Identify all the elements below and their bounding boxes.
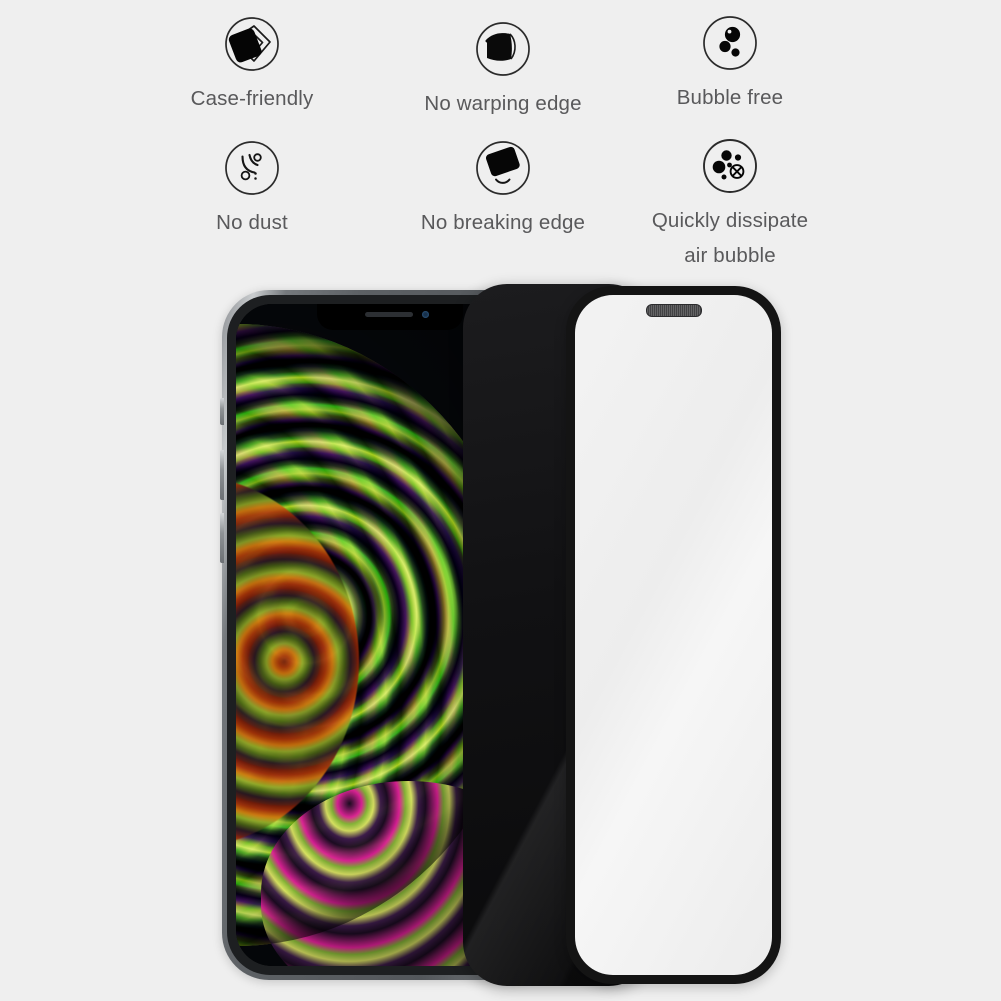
feature-label: No breaking edge	[420, 211, 586, 234]
feature-no-breaking-edge: No breaking edge	[388, 140, 618, 240]
screen-protector	[566, 286, 781, 984]
bubbles-crossed-out-icon	[703, 139, 757, 193]
feature-case-friendly: Case-friendly	[137, 16, 367, 116]
feature-bubble-free: Bubble free	[615, 15, 845, 115]
phone-edge-smile-icon	[476, 141, 530, 195]
product-stage	[0, 278, 1001, 1001]
phone-with-case-outline-icon	[225, 17, 279, 71]
feature-no-warping-edge: No warping edge	[388, 21, 618, 121]
silent-switch-button	[220, 398, 224, 425]
volume-down-button	[220, 513, 224, 563]
earpiece-cutout-icon	[645, 304, 702, 317]
feature-label: No dust	[216, 211, 288, 234]
protector-clear-window	[575, 295, 772, 975]
feature-grid: Case-friendly No warping edge Bubble fre…	[0, 0, 1001, 285]
front-camera-icon	[422, 311, 429, 318]
feature-label: Bubble free	[676, 86, 784, 109]
volume-up-button	[220, 450, 224, 500]
feature-label: No warping edge	[424, 92, 582, 115]
feature-label: Case-friendly	[190, 87, 314, 110]
dust-particles-sweep-icon	[225, 141, 279, 195]
feature-label: Quickly dissipate air bubble	[651, 209, 809, 268]
display-notch	[317, 304, 463, 330]
feature-no-dust: No dust	[137, 140, 367, 240]
feature-quickly-dissipate-air-bubble: Quickly dissipate air bubble	[615, 138, 845, 274]
earpiece-speaker-icon	[365, 312, 414, 317]
three-bubbles-icon	[703, 16, 757, 70]
warped-phone-edge-icon	[476, 22, 530, 76]
